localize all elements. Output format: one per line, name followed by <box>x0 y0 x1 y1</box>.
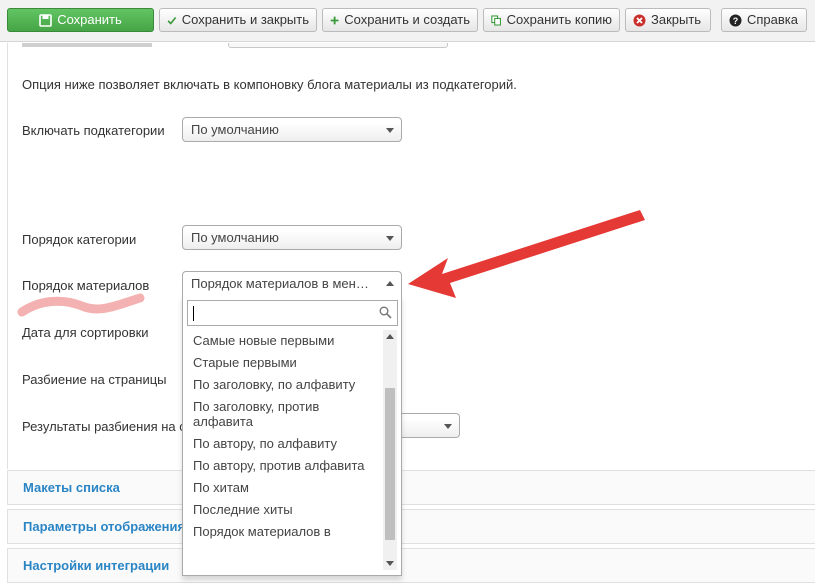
panel-title-integration-settings[interactable]: Настройки интеграции <box>23 558 169 573</box>
panel-border <box>7 43 8 469</box>
field-label-category-order: Порядок категории <box>22 232 137 247</box>
dropdown-options: Самые новые первыми Старые первыми По за… <box>187 330 383 570</box>
copy-icon <box>491 14 501 26</box>
include-subcategories-select[interactable]: По умолчанию <box>182 117 402 142</box>
close-button[interactable]: Закрыть <box>625 8 711 32</box>
toolbar: Сохранить Сохранить и закрыть Сохранить … <box>0 0 815 42</box>
help-label: Справка <box>747 12 798 27</box>
article-order-select[interactable]: Порядок материалов в менеджере <box>182 271 402 296</box>
save-and-close-button[interactable]: Сохранить и закрыть <box>159 8 317 32</box>
panel-title-list-layouts[interactable]: Макеты списка <box>23 480 120 495</box>
info-text: Опция ниже позволяет включать в компонов… <box>22 77 517 92</box>
scrollbar-thumb[interactable] <box>385 388 395 540</box>
help-icon: ? <box>729 14 742 26</box>
scroll-up-icon[interactable] <box>386 334 394 339</box>
dropdown-option[interactable]: Старые первыми <box>187 352 383 374</box>
dropdown-option[interactable]: По автору, против алфавита <box>187 455 383 477</box>
save-and-new-label: Сохранить и создать <box>344 12 470 27</box>
plus-icon <box>330 16 339 24</box>
close-icon <box>633 14 646 26</box>
dropdown-scrollbar[interactable] <box>383 330 397 570</box>
chevron-down-icon <box>386 128 394 133</box>
dropdown-search-input[interactable] <box>187 300 398 326</box>
category-order-select[interactable]: По умолчанию <box>182 225 402 250</box>
dropdown-option[interactable]: По заголовку, по алфавиту <box>187 374 383 396</box>
cropped-select[interactable] <box>228 43 448 48</box>
help-button[interactable]: ? Справка <box>721 8 807 32</box>
article-order-dropdown: Самые новые первыми Старые первыми По за… <box>182 295 402 576</box>
field-label-article-order: Порядок материалов <box>22 278 150 293</box>
form-panel <box>7 43 815 469</box>
cropped-label <box>22 43 152 47</box>
field-label-pagination-results: Результаты разбиения на страницы <box>22 419 182 434</box>
include-subcategories-value: По умолчанию <box>191 122 279 137</box>
chevron-down-icon <box>444 424 452 429</box>
field-label-sort-date: Дата для сортировки <box>22 325 149 340</box>
dropdown-option[interactable]: Самые новые первыми <box>187 330 383 352</box>
save-button[interactable]: Сохранить <box>7 8 154 32</box>
panel-title-display-options[interactable]: Параметры отображения <box>23 519 185 534</box>
chevron-up-icon <box>386 281 394 286</box>
field-label-include-subcategories: Включать подкатегории <box>22 123 165 138</box>
article-order-value: Порядок материалов в менеджере <box>191 276 371 291</box>
svg-text:?: ? <box>733 16 739 26</box>
save-and-close-label: Сохранить и закрыть <box>181 12 309 27</box>
save-label: Сохранить <box>57 12 122 27</box>
save-icon <box>39 13 52 27</box>
dropdown-option[interactable]: Порядок материалов в <box>187 521 383 543</box>
text-cursor <box>193 306 194 321</box>
dropdown-option[interactable]: По заголовку, против алфавита <box>187 396 383 433</box>
close-label: Закрыть <box>651 12 702 27</box>
dropdown-option[interactable]: По хитам <box>187 477 383 499</box>
search-icon <box>379 306 392 319</box>
field-label-pagination: Разбиение на страницы <box>22 372 167 387</box>
dropdown-option[interactable]: По автору, по алфавиту <box>187 433 383 455</box>
save-and-new-button[interactable]: Сохранить и создать <box>322 8 478 32</box>
category-order-value: По умолчанию <box>191 230 279 245</box>
dropdown-option[interactable]: Последние хиты <box>187 499 383 521</box>
chevron-down-icon <box>386 236 394 241</box>
save-copy-label: Сохранить копию <box>506 12 612 27</box>
panel-list-layouts[interactable]: Макеты списка <box>7 470 815 505</box>
pagination-results-select[interactable] <box>398 413 460 438</box>
scroll-down-icon[interactable] <box>386 561 394 566</box>
save-copy-button[interactable]: Сохранить копию <box>483 8 620 32</box>
panel-integration-settings[interactable]: Настройки интеграции <box>7 548 815 583</box>
panel-display-options[interactable]: Параметры отображения <box>7 509 815 544</box>
check-icon <box>167 16 177 25</box>
